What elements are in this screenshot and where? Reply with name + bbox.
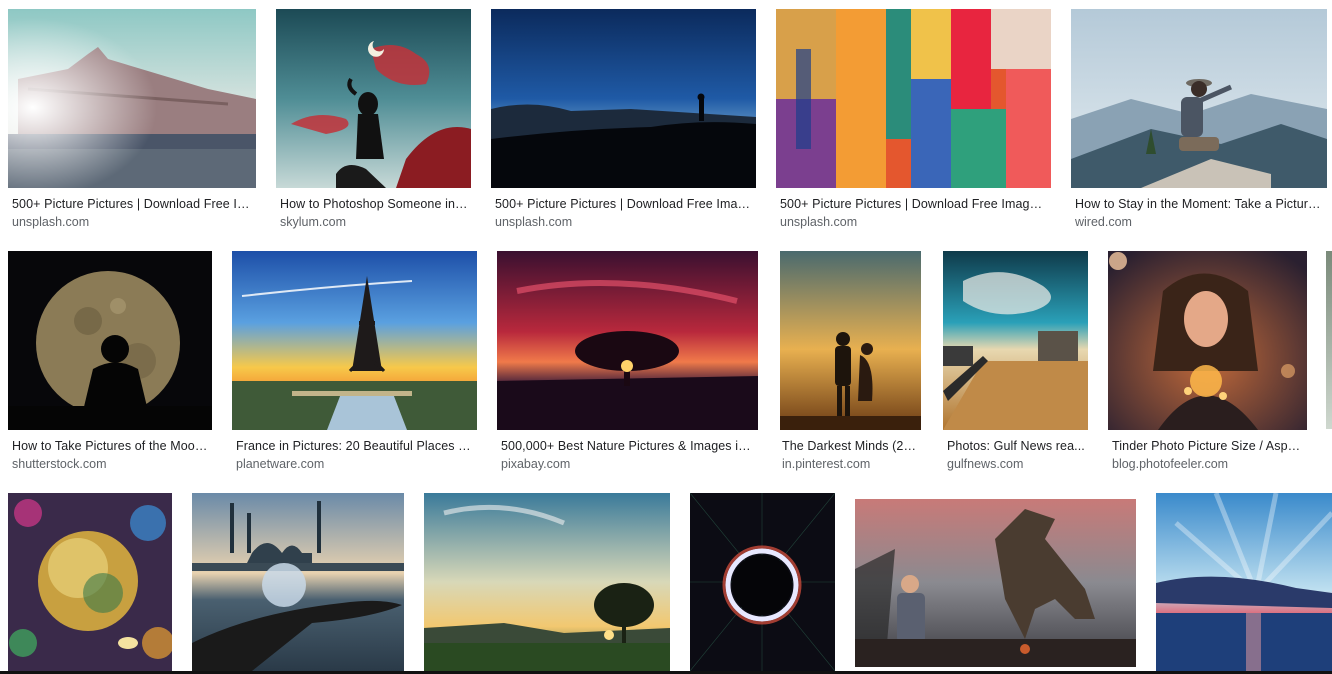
result-source[interactable]: unsplash.com <box>12 215 252 229</box>
result-title[interactable]: Photos: Gulf News rea... <box>947 439 1085 453</box>
result-thumbnail[interactable] <box>491 9 756 188</box>
result-source[interactable]: skylum.com <box>280 215 468 229</box>
result-source[interactable]: unsplash.com <box>780 215 1048 229</box>
result-thumbnail[interactable] <box>497 251 758 430</box>
result-title[interactable]: Tinder Photo Picture Size / Aspe... <box>1112 439 1304 453</box>
result-thumbnail[interactable] <box>424 493 670 671</box>
result-thumbnail[interactable] <box>776 9 1051 188</box>
result-thumbnail[interactable] <box>8 251 212 430</box>
result-thumbnail[interactable] <box>232 251 477 430</box>
result-thumbnail[interactable] <box>943 251 1088 430</box>
result-source[interactable]: shutterstock.com <box>12 457 210 471</box>
result-title[interactable]: How to Stay in the Moment: Take a Pictur… <box>1075 197 1325 211</box>
result-source[interactable]: wired.com <box>1075 215 1325 229</box>
result-thumbnail[interactable] <box>8 9 256 188</box>
result-source[interactable]: unsplash.com <box>495 215 753 229</box>
result-title[interactable]: 500+ Picture Pictures | Download Free Im… <box>495 197 753 211</box>
result-thumbnail[interactable] <box>192 493 404 671</box>
result-source[interactable]: gulfnews.com <box>947 457 1085 471</box>
result-title[interactable]: How to Photoshop Someone int... <box>280 197 468 211</box>
partial-thumbnail[interactable] <box>1326 251 1332 429</box>
result-title[interactable]: France in Pictures: 20 Beautiful Places … <box>236 439 474 453</box>
result-thumbnail[interactable] <box>1071 9 1327 188</box>
result-thumbnail[interactable] <box>8 493 172 671</box>
result-source[interactable]: blog.photofeeler.com <box>1112 457 1304 471</box>
result-title[interactable]: How to Take Pictures of the Moon... <box>12 439 210 453</box>
result-title[interactable]: 500+ Picture Pictures | Download Free Im… <box>12 197 252 211</box>
result-thumbnail[interactable] <box>276 9 471 188</box>
result-thumbnail[interactable] <box>1108 251 1307 430</box>
result-source[interactable]: pixabay.com <box>501 457 755 471</box>
result-thumbnail[interactable] <box>690 493 835 671</box>
result-title[interactable]: 500,000+ Best Nature Pictures & Images i… <box>501 439 755 453</box>
result-thumbnail[interactable] <box>780 251 921 430</box>
result-source[interactable]: planetware.com <box>236 457 474 471</box>
result-title[interactable]: 500+ Picture Pictures | Download Free Im… <box>780 197 1048 211</box>
result-title[interactable]: The Darkest Minds (20... <box>782 439 920 453</box>
result-thumbnail[interactable] <box>1156 493 1332 671</box>
result-thumbnail[interactable] <box>855 499 1136 667</box>
result-source[interactable]: in.pinterest.com <box>782 457 920 471</box>
